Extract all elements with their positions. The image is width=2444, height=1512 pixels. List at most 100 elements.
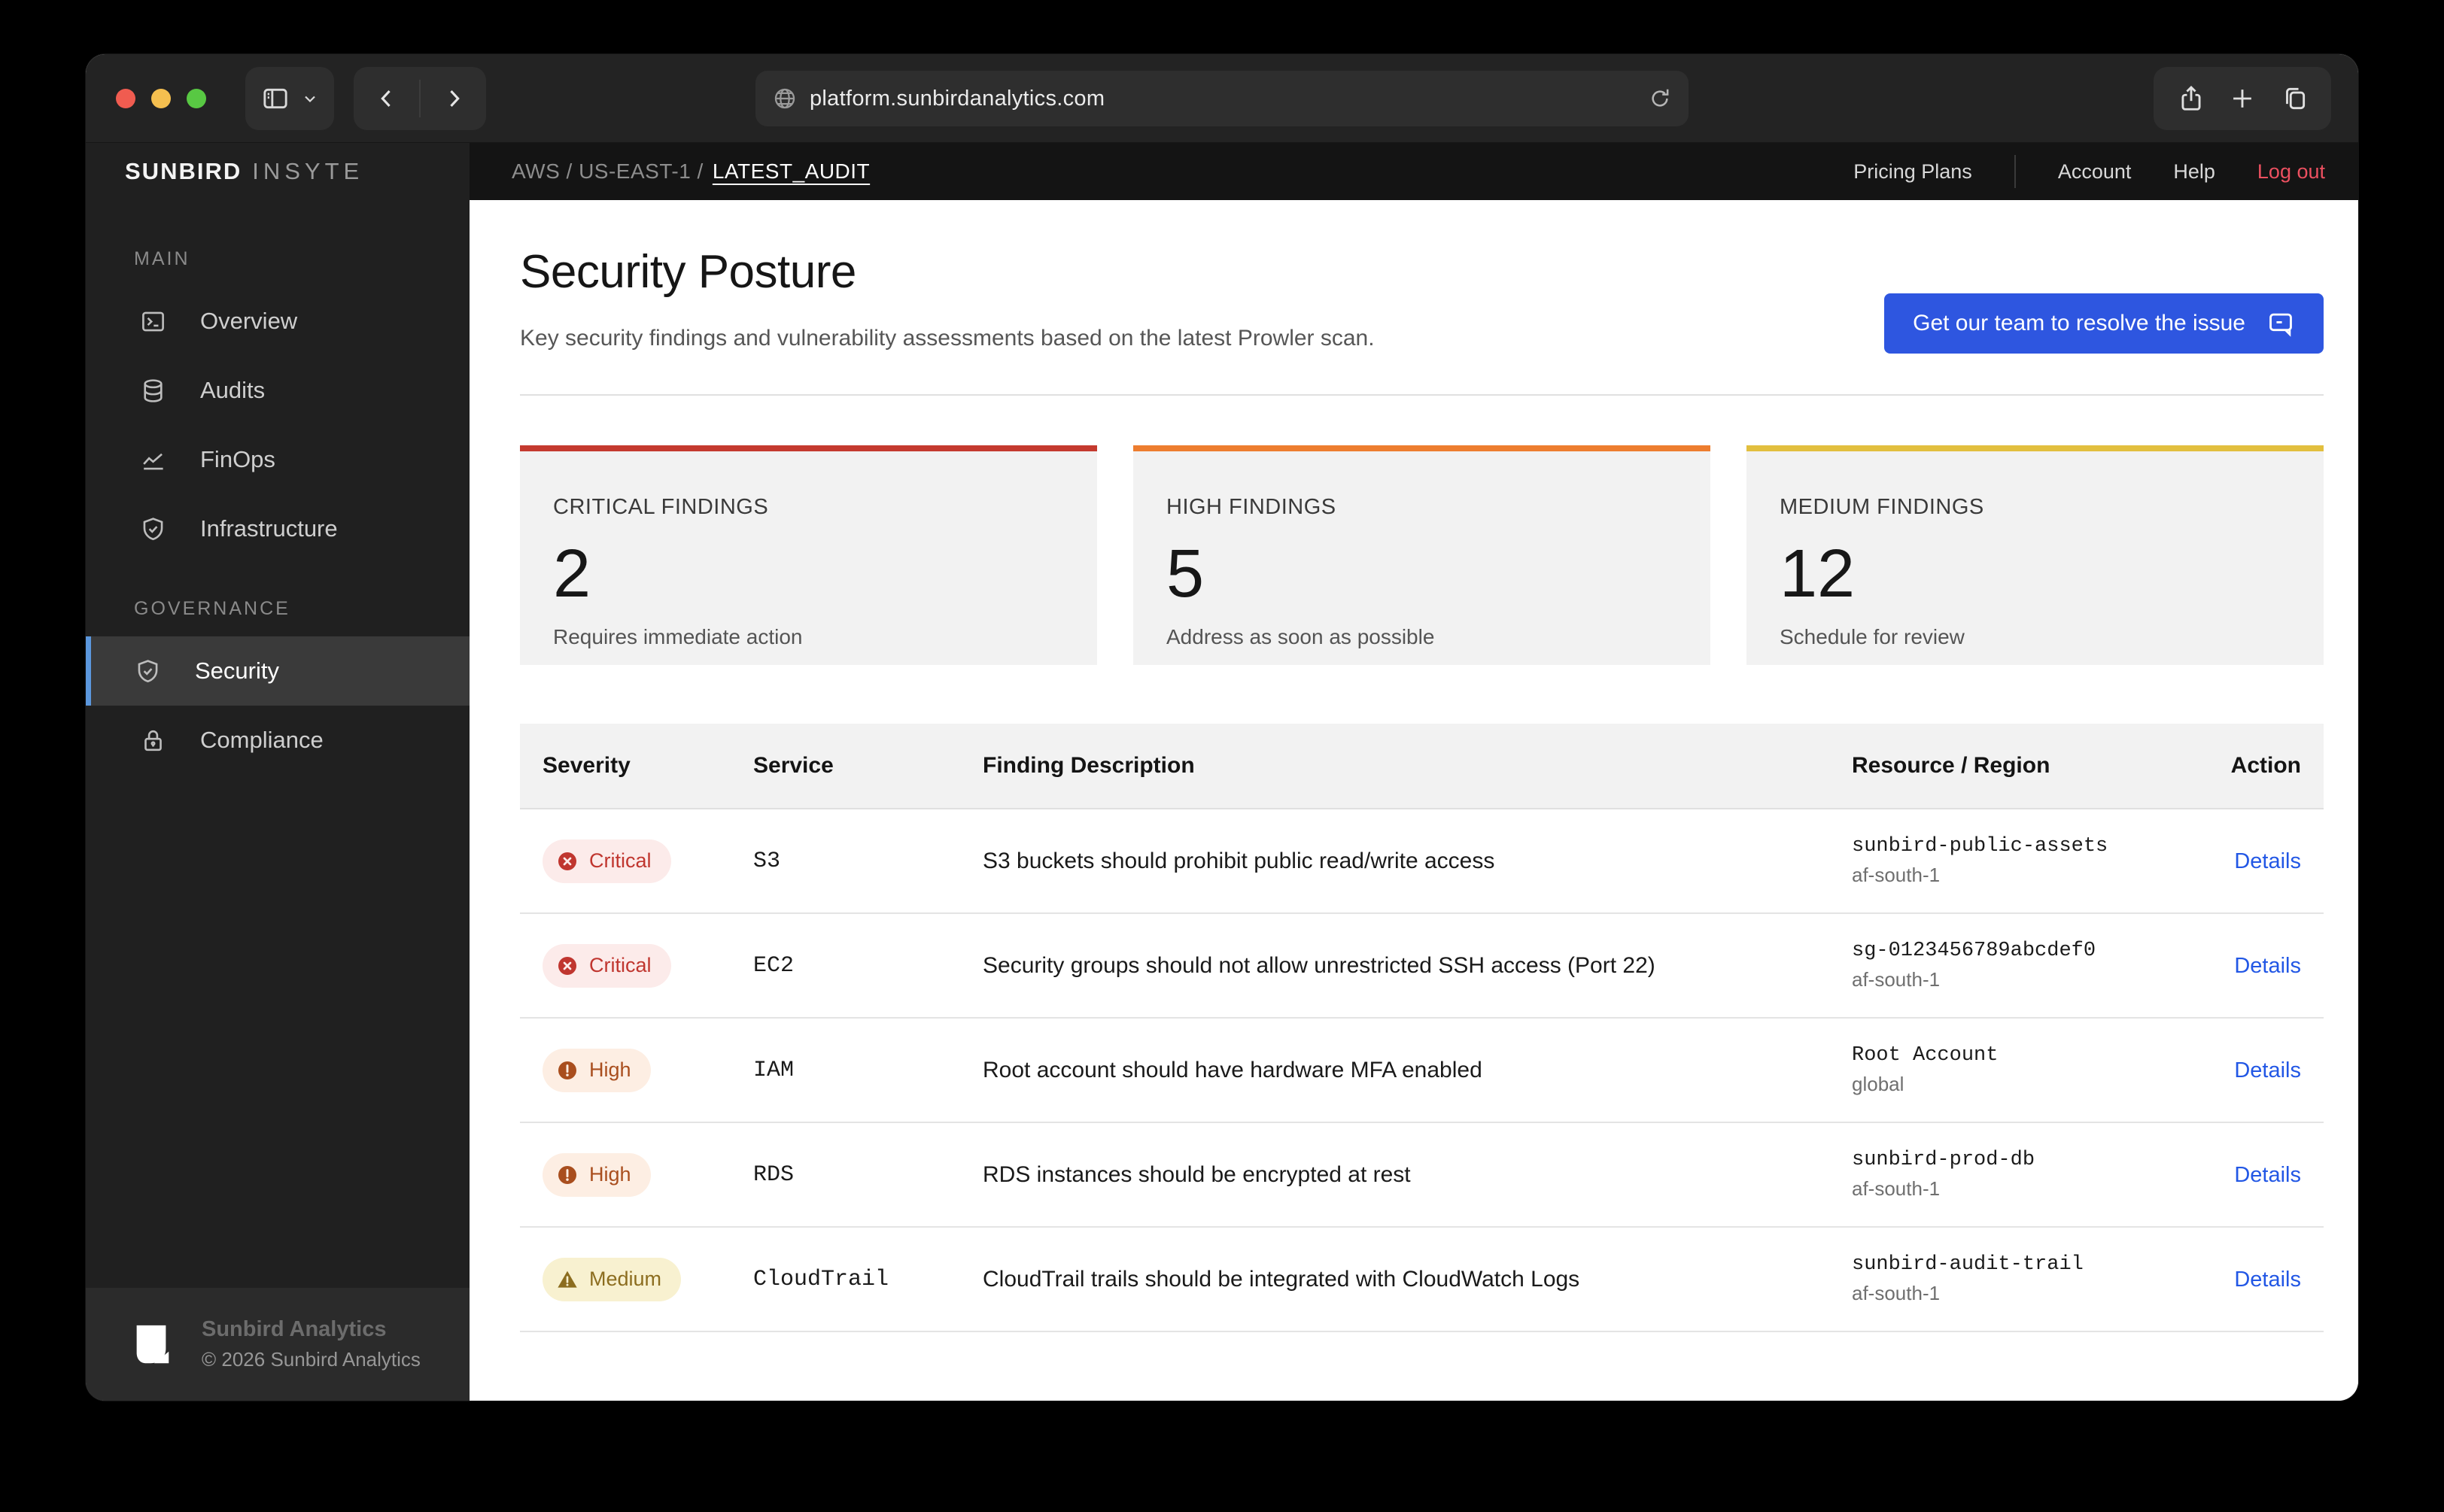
details-link[interactable]: Details (2234, 1268, 2301, 1292)
reload-button[interactable] (1648, 87, 1672, 111)
service-cell: CloudTrail (753, 1266, 889, 1292)
resolve-issue-label: Get our team to resolve the issue (1913, 311, 2245, 335)
card-value: 12 (1780, 536, 1856, 612)
resource-cell: sunbird-audit-trail af-south-1 (1852, 1253, 2188, 1305)
resource-cell: Root Account global (1852, 1044, 2188, 1096)
chat-bubble-icon (2266, 309, 2295, 338)
details-link[interactable]: Details (2234, 954, 2301, 978)
details-link[interactable]: Details (2234, 1163, 2301, 1187)
brand: SUNBIRD INSYTE (86, 143, 470, 200)
severity-badge-high: High (543, 1048, 651, 1092)
sidebar-item-label: Audits (200, 377, 266, 403)
account-link[interactable]: Account (2058, 160, 2132, 184)
page-subtitle: Key security findings and vulnerability … (520, 326, 1375, 351)
toolbar-divider (419, 79, 421, 117)
resolve-issue-button[interactable]: Get our team to resolve the issue (1884, 293, 2324, 354)
sidebar-item-overview[interactable]: Overview (86, 287, 470, 356)
action-cell: Details (2188, 953, 2301, 979)
browser-actions (2154, 66, 2331, 130)
severity-cell: Critical (543, 943, 753, 988)
sidebar-section-main: MAIN (134, 248, 190, 269)
severity-label: Critical (589, 849, 652, 872)
action-cell: Details (2188, 849, 2301, 874)
help-link[interactable]: Help (2173, 160, 2215, 184)
table-body: Critical S3 S3 buckets should prohibit p… (520, 809, 2324, 1332)
severity-label: Medium (589, 1268, 662, 1290)
sidebar-item-label: Infrastructure (200, 515, 338, 542)
details-link[interactable]: Details (2234, 1058, 2301, 1082)
summary-cards: CRITICAL FINDINGS 2 Requires immediate a… (520, 445, 2324, 665)
sidebar-item-finops[interactable]: FinOps (86, 425, 470, 494)
breadcrumb: AWS / US-EAST-1 / LATEST_AUDIT (512, 159, 870, 184)
sidebar-footer-text: Sunbird Analytics © 2026 Sunbird Analyti… (202, 1317, 421, 1371)
severity-badge-critical: Critical (543, 839, 671, 883)
sidebar-item-compliance[interactable]: Compliance (86, 706, 470, 775)
minimize-window-button[interactable] (151, 88, 171, 108)
forward-button[interactable] (441, 86, 467, 111)
sidebar-item-security[interactable]: Security (86, 636, 470, 706)
service-cell: IAM (753, 1057, 795, 1083)
sidebar-item-infrastructure[interactable]: Infrastructure (86, 494, 470, 563)
severity-cell: High (543, 1152, 753, 1197)
shield-check-icon (139, 515, 167, 543)
top-navigation-links: Pricing Plans Account Help Log out (1853, 155, 2325, 188)
nav-divider (2014, 155, 2016, 188)
close-window-button[interactable] (116, 88, 135, 108)
main-content: Security Posture Key security findings a… (470, 200, 2358, 1401)
resource-region: af-south-1 (1852, 864, 1941, 886)
logout-link[interactable]: Log out (2257, 160, 2325, 184)
browser-sidebar-toggle[interactable] (245, 66, 334, 130)
service-cell: RDS (753, 1161, 795, 1188)
zoom-window-button[interactable] (187, 88, 206, 108)
service-cell: EC2 (753, 952, 795, 979)
x-circle-icon (555, 849, 579, 873)
sidebar-item-audits[interactable]: Audits (86, 356, 470, 425)
back-button[interactable] (374, 86, 400, 111)
sidebar-main-list: Overview Audits FinOps Infrastructure (86, 287, 470, 563)
resource-name: sunbird-public-assets (1852, 835, 2108, 858)
resource-cell: sunbird-prod-db af-south-1 (1852, 1149, 2188, 1201)
exclamation-circle-icon (555, 1163, 579, 1187)
window-controls (116, 88, 206, 108)
table-row: High RDS RDS instances should be encrypt… (520, 1123, 2324, 1228)
tab-overview-icon[interactable] (2280, 84, 2309, 113)
resource-cell: sunbird-public-assets af-south-1 (1852, 835, 2188, 887)
browser-window: platform.sunbirdanalytics.com SUNBIRD IN… (86, 54, 2358, 1401)
chart-line-icon (139, 446, 167, 474)
column-severity: Severity (543, 753, 631, 778)
terminal-icon (139, 308, 167, 335)
description-cell: RDS instances should be encrypted at res… (983, 1161, 1411, 1187)
share-icon[interactable] (2177, 84, 2205, 113)
address-bar[interactable]: platform.sunbirdanalytics.com (755, 71, 1689, 126)
footer-copyright: © 2026 Sunbird Analytics (202, 1348, 421, 1371)
breadcrumb-current[interactable]: LATEST_AUDIT (713, 159, 870, 184)
page-title: Security Posture (520, 246, 856, 298)
severity-label: Critical (589, 954, 652, 976)
resource-region: global (1852, 1073, 1904, 1095)
resource-region: af-south-1 (1852, 968, 1941, 991)
description-cell: S3 buckets should prohibit public read/w… (983, 848, 1495, 873)
new-tab-icon[interactable] (2228, 84, 2257, 113)
card-label: MEDIUM FINDINGS (1780, 495, 1984, 519)
findings-table: Severity Service Finding Description Res… (520, 724, 2324, 1332)
details-link[interactable]: Details (2234, 849, 2301, 873)
severity-cell: Critical (543, 839, 753, 883)
column-description: Finding Description (983, 753, 1195, 778)
page-header-text: Security Posture Key security findings a… (520, 242, 1375, 354)
header-divider (520, 394, 2324, 396)
card-label: CRITICAL FINDINGS (553, 495, 769, 519)
sidebar-item-label: FinOps (200, 446, 275, 472)
sidebar-footer: Sunbird Analytics © 2026 Sunbird Analyti… (86, 1288, 470, 1401)
resource-cell: sg-0123456789abcdef0 af-south-1 (1852, 940, 2188, 991)
resource-name: sg-0123456789abcdef0 (1852, 940, 2096, 962)
service-cell: S3 (753, 848, 781, 874)
resource-name: sunbird-prod-db (1852, 1149, 2035, 1171)
database-icon (139, 377, 167, 405)
resource-name: sunbird-audit-trail (1852, 1253, 2084, 1276)
high-findings-card: HIGH FINDINGS 5 Address as soon as possi… (1133, 445, 1710, 665)
sidebar-item-label: Security (195, 657, 279, 684)
description-cell: Root account should have hardware MFA en… (983, 1057, 1482, 1082)
resource-region: af-south-1 (1852, 1177, 1941, 1200)
pricing-plans-link[interactable]: Pricing Plans (1853, 160, 1972, 184)
exclamation-circle-icon (555, 1058, 579, 1082)
